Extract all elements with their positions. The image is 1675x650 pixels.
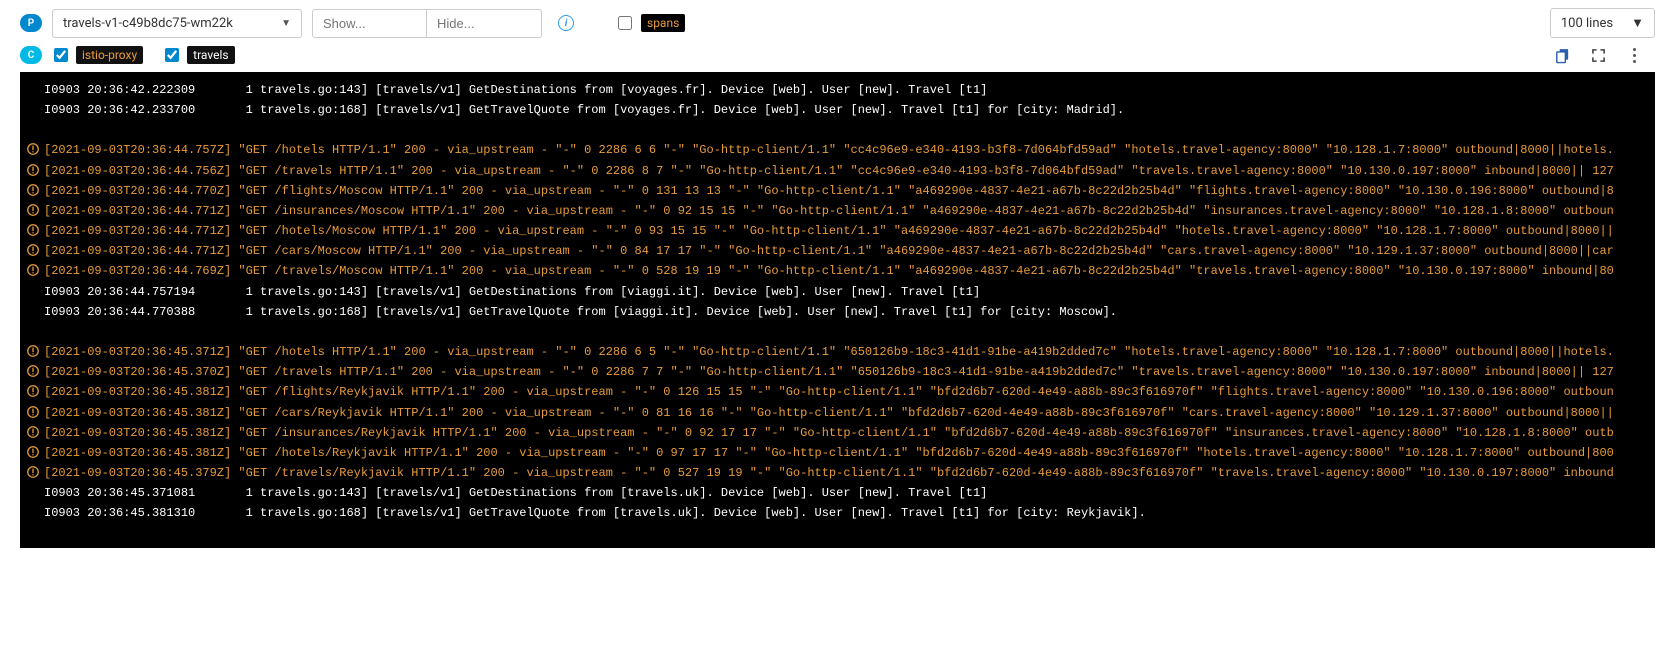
show-input[interactable] bbox=[312, 9, 427, 38]
kebab-menu-icon[interactable] bbox=[1623, 44, 1645, 66]
log-text bbox=[44, 523, 51, 543]
log-text: [2021-09-03T20:36:45.370Z] "GET /travels… bbox=[44, 362, 1614, 382]
log-text: I0903 20:36:45.371081 1 travels.go:143] … bbox=[44, 483, 987, 503]
log-line bbox=[20, 523, 1655, 543]
pod-badge: P bbox=[20, 14, 42, 32]
lines-selector-value: 100 lines bbox=[1561, 16, 1613, 31]
log-text: [2021-09-03T20:36:44.756Z] "GET /travels… bbox=[44, 161, 1614, 181]
log-line bbox=[20, 322, 1655, 342]
log-line: I0903 20:36:42.233700 1 travels.go:168] … bbox=[20, 100, 1655, 120]
top-toolbar: P travels-v1-c49b8dc75-wm22k ▼ i spans 1… bbox=[0, 0, 1675, 42]
log-line: [2021-09-03T20:36:45.379Z] "GET /travels… bbox=[20, 463, 1655, 483]
log-text: [2021-09-03T20:36:44.770Z] "GET /flights… bbox=[44, 181, 1614, 201]
log-line: [2021-09-03T20:36:44.756Z] "GET /travels… bbox=[20, 161, 1655, 181]
log-text: [2021-09-03T20:36:44.771Z] "GET /insuran… bbox=[44, 201, 1614, 221]
warning-icon bbox=[26, 364, 40, 378]
log-text: I0903 20:36:42.233700 1 travels.go:168] … bbox=[44, 100, 1124, 120]
log-text: [2021-09-03T20:36:44.769Z] "GET /travels… bbox=[44, 261, 1614, 281]
log-line: [2021-09-03T20:36:45.370Z] "GET /travels… bbox=[20, 362, 1655, 382]
log-text: [2021-09-03T20:36:44.771Z] "GET /cars/Mo… bbox=[44, 241, 1614, 261]
hide-input[interactable] bbox=[427, 9, 542, 38]
warning-icon bbox=[26, 465, 40, 479]
log-line: [2021-09-03T20:36:45.381Z] "GET /cars/Re… bbox=[20, 403, 1655, 423]
log-text bbox=[44, 322, 51, 342]
log-text: [2021-09-03T20:36:45.371Z] "GET /hotels … bbox=[44, 342, 1614, 362]
container-filter-istio-proxy: istio-proxy bbox=[50, 45, 143, 65]
filter-input-group bbox=[312, 9, 542, 38]
log-text: I0903 20:36:44.757194 1 travels.go:143] … bbox=[44, 282, 980, 302]
pane-actions bbox=[1551, 44, 1655, 66]
log-text bbox=[44, 120, 51, 140]
log-line: [2021-09-03T20:36:45.381Z] "GET /flights… bbox=[20, 382, 1655, 402]
warning-icon bbox=[26, 203, 40, 217]
container-filter-label: travels bbox=[187, 46, 234, 64]
log-text: I0903 20:36:45.381310 1 travels.go:168] … bbox=[44, 503, 1146, 523]
log-line: I0903 20:36:45.371081 1 travels.go:143] … bbox=[20, 483, 1655, 503]
warning-icon bbox=[26, 243, 40, 257]
warning-icon bbox=[26, 263, 40, 277]
log-text: [2021-09-03T20:36:45.381Z] "GET /hotels/… bbox=[44, 443, 1614, 463]
log-text: [2021-09-03T20:36:45.381Z] "GET /insuran… bbox=[44, 423, 1614, 443]
container-filter-row: C istio-proxy travels bbox=[0, 42, 1675, 72]
warning-icon bbox=[26, 183, 40, 197]
log-line: I0903 20:36:44.770388 1 travels.go:168] … bbox=[20, 302, 1655, 322]
log-pane-scroll[interactable]: I0903 20:36:42.222309 1 travels.go:143] … bbox=[20, 72, 1655, 548]
container-filter-checkbox[interactable] bbox=[54, 48, 68, 62]
lines-selector[interactable]: 100 lines ▼ bbox=[1550, 8, 1655, 38]
log-line: [2021-09-03T20:36:44.771Z] "GET /insuran… bbox=[20, 201, 1655, 221]
caret-down-icon: ▼ bbox=[1631, 15, 1644, 31]
log-text: I0903 20:36:42.222309 1 travels.go:143] … bbox=[44, 80, 987, 100]
log-text: [2021-09-03T20:36:45.381Z] "GET /cars/Re… bbox=[44, 403, 1614, 423]
warning-icon bbox=[26, 163, 40, 177]
container-filter-checkbox[interactable] bbox=[165, 48, 179, 62]
log-line: [2021-09-03T20:36:45.381Z] "GET /insuran… bbox=[20, 423, 1655, 443]
log-line: [2021-09-03T20:36:44.757Z] "GET /hotels … bbox=[20, 140, 1655, 160]
log-text: [2021-09-03T20:36:45.379Z] "GET /travels… bbox=[44, 463, 1614, 483]
warning-icon bbox=[26, 384, 40, 398]
copy-icon[interactable] bbox=[1551, 44, 1573, 66]
spans-label: spans bbox=[641, 14, 685, 32]
warning-icon bbox=[26, 425, 40, 439]
container-badge: C bbox=[20, 46, 42, 64]
caret-down-icon: ▼ bbox=[281, 18, 291, 29]
log-text: I0903 20:36:44.770388 1 travels.go:168] … bbox=[44, 302, 1117, 322]
log-line: [2021-09-03T20:36:45.381Z] "GET /hotels/… bbox=[20, 443, 1655, 463]
log-line: I0903 20:36:44.757194 1 travels.go:143] … bbox=[20, 282, 1655, 302]
log-line: [2021-09-03T20:36:44.771Z] "GET /cars/Mo… bbox=[20, 241, 1655, 261]
info-icon[interactable]: i bbox=[558, 15, 574, 31]
spans-filter: spans bbox=[614, 13, 685, 33]
pod-selector-value: travels-v1-c49b8dc75-wm22k bbox=[63, 16, 233, 31]
container-filter-travels: travels bbox=[161, 45, 234, 65]
log-line: [2021-09-03T20:36:44.769Z] "GET /travels… bbox=[20, 261, 1655, 281]
log-text: [2021-09-03T20:36:44.757Z] "GET /hotels … bbox=[44, 140, 1614, 160]
log-line: [2021-09-03T20:36:44.770Z] "GET /flights… bbox=[20, 181, 1655, 201]
log-text: [2021-09-03T20:36:44.771Z] "GET /hotels/… bbox=[44, 221, 1614, 241]
warning-icon bbox=[26, 223, 40, 237]
warning-icon bbox=[26, 445, 40, 459]
warning-icon bbox=[26, 405, 40, 419]
container-filter-label: istio-proxy bbox=[76, 46, 143, 64]
log-pane: I0903 20:36:42.222309 1 travels.go:143] … bbox=[20, 72, 1655, 548]
pod-selector[interactable]: travels-v1-c49b8dc75-wm22k ▼ bbox=[52, 9, 302, 38]
log-line bbox=[20, 120, 1655, 140]
log-line: [2021-09-03T20:36:45.371Z] "GET /hotels … bbox=[20, 342, 1655, 362]
log-text: [2021-09-03T20:36:45.381Z] "GET /flights… bbox=[44, 382, 1614, 402]
warning-icon bbox=[26, 344, 40, 358]
warning-icon bbox=[26, 142, 40, 156]
spans-checkbox[interactable] bbox=[618, 16, 632, 30]
log-line: I0903 20:36:45.381310 1 travels.go:168] … bbox=[20, 503, 1655, 523]
log-line: I0903 20:36:42.222309 1 travels.go:143] … bbox=[20, 80, 1655, 100]
log-line: [2021-09-03T20:36:44.771Z] "GET /hotels/… bbox=[20, 221, 1655, 241]
fullscreen-icon[interactable] bbox=[1587, 44, 1609, 66]
